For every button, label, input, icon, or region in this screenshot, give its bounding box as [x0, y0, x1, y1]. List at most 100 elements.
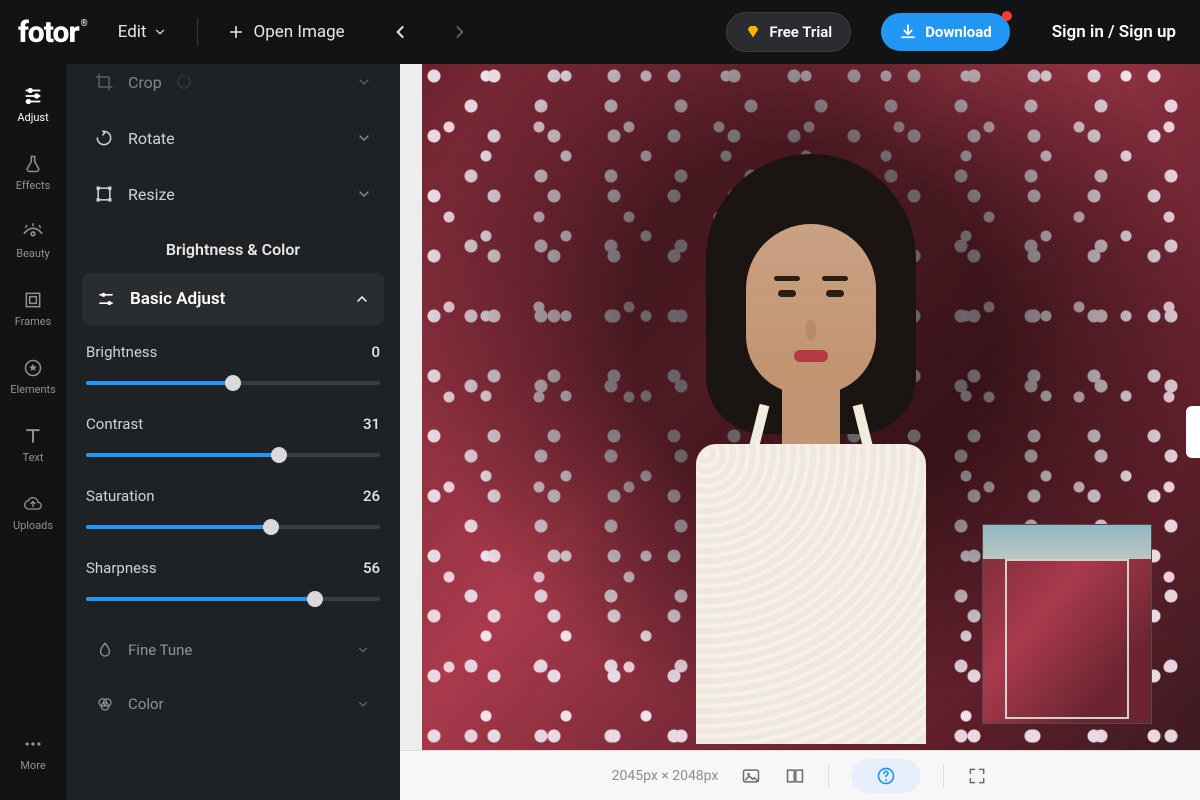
- siderail-label: Frames: [15, 315, 52, 328]
- right-edge-tab[interactable]: [1186, 406, 1200, 458]
- flask-icon: [22, 153, 44, 175]
- slider-value: 26: [363, 487, 380, 505]
- chevron-up-icon: [354, 291, 370, 307]
- diamond-icon: [745, 24, 761, 40]
- chevron-down-icon: [356, 130, 372, 146]
- logo-trademark-icon: ®: [81, 19, 88, 29]
- slider-track[interactable]: [86, 519, 380, 535]
- star-icon: [22, 357, 44, 379]
- plus-icon: [228, 24, 244, 40]
- slider-track[interactable]: [86, 447, 380, 463]
- rotate-label: Rotate: [128, 129, 175, 148]
- siderail-item-uploads[interactable]: Uploads: [0, 478, 66, 546]
- image-icon[interactable]: [740, 765, 762, 787]
- siderail-label: Elements: [10, 383, 56, 396]
- slider-saturation: Saturation 26: [82, 469, 384, 541]
- crop-icon: [94, 72, 114, 92]
- basic-adjust-label: Basic Adjust: [130, 289, 225, 309]
- slider-thumb[interactable]: [263, 519, 279, 535]
- undo-button[interactable]: [387, 18, 415, 46]
- download-label: Download: [925, 23, 992, 41]
- download-button[interactable]: Download: [881, 13, 1010, 51]
- crop-row[interactable]: Crop: [82, 64, 384, 110]
- eye-icon: [22, 221, 44, 243]
- sliders-container: Brightness 0 Contrast31 Saturation 26 Sharpne…: [82, 325, 384, 613]
- siderail-label: Text: [23, 451, 44, 464]
- upload-icon: [22, 493, 44, 515]
- crop-label: Crop: [128, 73, 162, 92]
- drop-icon: [96, 641, 114, 659]
- divider: [197, 18, 198, 46]
- compare-icon[interactable]: [784, 765, 806, 787]
- bottombar: 2045px × 2048px: [400, 750, 1200, 800]
- minimap[interactable]: [982, 524, 1152, 724]
- siderail-item-text[interactable]: Text: [0, 410, 66, 478]
- slider-value: 0: [371, 343, 380, 361]
- resize-label: Resize: [128, 185, 175, 204]
- basic-adjust-header[interactable]: Basic Adjust: [82, 273, 384, 325]
- slider-label: Saturation: [86, 487, 155, 505]
- sliders-icon: [22, 85, 44, 107]
- siderail-item-frames[interactable]: Frames: [0, 274, 66, 342]
- resize-row[interactable]: Resize: [82, 166, 384, 222]
- slider-brightness: Brightness 0: [82, 325, 384, 397]
- slider-label: Sharpness: [86, 559, 157, 577]
- chevron-down-icon: [356, 697, 370, 711]
- free-trial-button[interactable]: Free Trial: [726, 12, 851, 52]
- rotate-icon: [94, 128, 114, 148]
- topbar: fotor ® Edit Open Image Free Trial Downl…: [0, 0, 1200, 64]
- slider-value: 56: [363, 559, 380, 577]
- adjust-icon: [96, 289, 116, 309]
- rotate-row[interactable]: Rotate: [82, 110, 384, 166]
- slider-label: Brightness: [86, 343, 157, 361]
- slider-thumb[interactable]: [225, 375, 241, 391]
- fullscreen-icon[interactable]: [966, 765, 988, 787]
- open-image-label: Open Image: [254, 22, 345, 42]
- fine-tune-row[interactable]: Fine Tune: [82, 623, 384, 677]
- open-image-button[interactable]: Open Image: [218, 16, 355, 48]
- chevron-down-icon: [356, 643, 370, 657]
- slider-thumb[interactable]: [307, 591, 323, 607]
- siderail-label: Beauty: [16, 247, 50, 260]
- edit-menu[interactable]: Edit: [108, 16, 177, 48]
- slider-track[interactable]: [86, 375, 380, 391]
- logo-text: fotor: [18, 15, 79, 50]
- help-button[interactable]: [851, 759, 921, 793]
- siderail-item-effects[interactable]: Effects: [0, 138, 66, 206]
- chevron-down-icon: [356, 186, 372, 202]
- slider-thumb[interactable]: [271, 447, 287, 463]
- section-title-brightness-color: Brightness & Color: [82, 240, 384, 259]
- siderail-item-more[interactable]: More: [0, 718, 66, 786]
- panel-scroll[interactable]: Crop Rotate: [66, 64, 400, 800]
- redo-button[interactable]: [445, 18, 473, 46]
- edit-menu-label: Edit: [118, 22, 147, 42]
- free-trial-label: Free Trial: [769, 23, 832, 41]
- text-icon: [22, 425, 44, 447]
- color-row[interactable]: Color: [82, 677, 384, 731]
- color-label: Color: [128, 695, 164, 713]
- download-icon: [899, 23, 917, 41]
- main: Adjust Effects Beauty Frames Elements: [0, 64, 1200, 800]
- signin-label: Sign in / Sign up: [1052, 22, 1176, 42]
- chevron-down-icon: [356, 74, 372, 90]
- history-nav: [387, 18, 473, 46]
- signin-link[interactable]: Sign in / Sign up: [1052, 22, 1176, 42]
- siderail-item-adjust[interactable]: Adjust: [0, 70, 66, 138]
- slider-track[interactable]: [86, 591, 380, 607]
- info-icon: [176, 74, 192, 90]
- dots-icon: [22, 733, 44, 755]
- slider-contrast: Contrast31: [82, 397, 384, 469]
- logo[interactable]: fotor ®: [18, 15, 88, 50]
- frame-icon: [22, 289, 44, 311]
- siderail: Adjust Effects Beauty Frames Elements: [0, 64, 66, 800]
- resize-icon: [94, 184, 114, 204]
- siderail-item-elements[interactable]: Elements: [0, 342, 66, 410]
- slider-sharpness: Sharpness 56: [82, 541, 384, 613]
- slider-label: Contrast: [86, 415, 143, 433]
- notification-dot-icon: [1002, 11, 1012, 21]
- canvas-area: 2045px × 2048px: [400, 64, 1200, 800]
- minimap-viewport[interactable]: [1005, 559, 1129, 719]
- adjust-panel: Crop Rotate: [66, 64, 400, 800]
- siderail-label: Adjust: [17, 111, 48, 124]
- siderail-item-beauty[interactable]: Beauty: [0, 206, 66, 274]
